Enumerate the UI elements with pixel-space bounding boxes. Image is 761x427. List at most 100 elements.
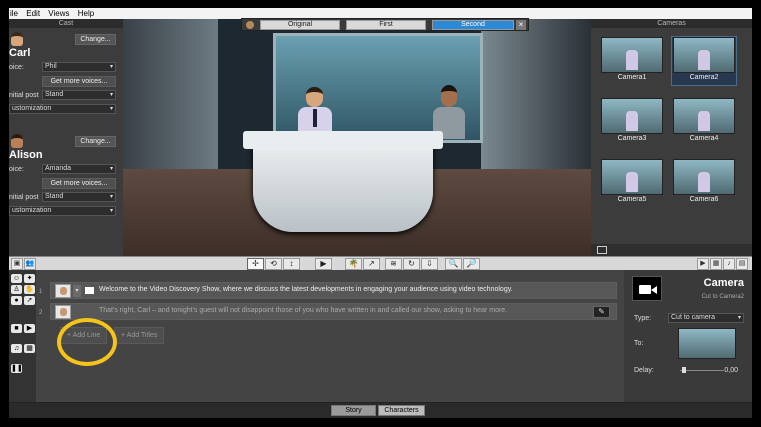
news-desk-top xyxy=(243,131,443,149)
camera-thumb-selected[interactable]: Camera2 xyxy=(671,36,737,86)
app-window: ile Edit Views Help Cast Carl Change... … xyxy=(9,8,752,418)
camera-icon[interactable]: ▶ xyxy=(697,258,709,270)
zoom-in-icon[interactable]: 🔍 xyxy=(445,258,462,270)
zoom-out-icon[interactable]: 🔎 xyxy=(463,258,480,270)
pause-icon[interactable]: ❚❚ xyxy=(11,364,23,373)
customization-select[interactable]: ustomization xyxy=(9,206,116,216)
camera-action-icon[interactable] xyxy=(85,287,94,294)
video-camera-icon xyxy=(632,276,662,301)
character-icon xyxy=(246,21,254,29)
properties-title: Camera xyxy=(703,277,744,289)
palm-icon[interactable]: 🌴 xyxy=(345,258,362,270)
line-text[interactable]: That's right, Carl – and tonight's guest… xyxy=(99,307,507,314)
delay-label: Delay: xyxy=(634,367,654,374)
camera-thumb[interactable]: Camera1 xyxy=(600,37,664,85)
delay-slider[interactable] xyxy=(680,370,724,371)
image-icon[interactable]: ▦ xyxy=(710,258,722,270)
camera-thumb[interactable]: Camera3 xyxy=(600,98,664,146)
camera-icon[interactable]: ■ xyxy=(11,324,22,333)
voice-select[interactable]: Phil xyxy=(42,62,116,72)
get-more-voices-button[interactable]: Get more voices... xyxy=(42,76,116,87)
menu-views[interactable]: Views xyxy=(48,8,69,19)
pose-label: nitial post xyxy=(9,92,39,99)
down-icon[interactable]: ⇩ xyxy=(421,258,438,270)
refresh-icon[interactable]: ↻ xyxy=(403,258,420,270)
properties-subtitle: Cut to Camera2 xyxy=(701,294,744,300)
story-line[interactable]: That's right, Carl – and tonight's guest… xyxy=(50,303,617,320)
character-name: Alison xyxy=(9,149,43,161)
scene-viewport[interactable] xyxy=(123,19,591,256)
wifi-icon[interactable]: ≋ xyxy=(385,258,402,270)
view-toggle-bar: Original First Second × xyxy=(241,18,529,31)
face-icon[interactable]: ☺ xyxy=(11,274,22,283)
alison-avatar[interactable] xyxy=(55,305,71,319)
voice-label: oice: xyxy=(9,166,24,173)
voice-row: oice: Phil xyxy=(9,62,123,73)
avatar xyxy=(11,32,23,46)
view-original-button[interactable]: Original xyxy=(260,20,340,30)
updown-icon[interactable]: ↕ xyxy=(283,258,300,270)
menu-file[interactable]: ile xyxy=(10,8,18,19)
line-text[interactable]: Welcome to the Video Discovery Show, whe… xyxy=(99,286,513,293)
cameras-footer xyxy=(591,244,752,256)
music-icon[interactable]: ♫ xyxy=(11,344,22,353)
run-icon[interactable]: ➚ xyxy=(24,296,35,305)
action-toolbar: ▣ 👥 ✢ ⟲ ↕ ▶ 🌴 ↗ ≋ ↻ ⇩ 🔍 🔎 ▶ ▦ ♪ ▤ xyxy=(9,256,752,270)
rotate-icon[interactable]: ⟲ xyxy=(265,258,282,270)
delay-slider-handle[interactable] xyxy=(682,367,686,373)
view-first-button[interactable]: First xyxy=(346,20,426,30)
view-second-button[interactable]: Second xyxy=(432,20,514,30)
target-camera-thumb[interactable] xyxy=(678,328,736,359)
camera-thumb[interactable]: Camera4 xyxy=(672,98,736,146)
delay-value: 0,00 xyxy=(724,367,738,374)
walk-icon[interactable]: ✦ xyxy=(24,274,35,283)
wave-icon[interactable]: ↗ xyxy=(363,258,380,270)
tab-story[interactable]: Story xyxy=(331,405,376,416)
camera-add-icon[interactable] xyxy=(597,246,607,254)
carl-avatar[interactable] xyxy=(55,284,71,298)
bottom-tab-bar: Story Characters xyxy=(9,402,752,418)
camera-thumb[interactable]: Camera5 xyxy=(600,159,664,207)
dropdown-arrow-icon[interactable]: ▾ xyxy=(73,285,81,297)
customization-select[interactable]: ustomization xyxy=(9,104,116,114)
close-icon[interactable]: × xyxy=(516,20,526,30)
pose-select[interactable]: Stand xyxy=(42,192,116,202)
add-titles-button[interactable]: + Add Titles xyxy=(114,327,165,344)
type-select[interactable]: Cut to camera xyxy=(668,313,744,323)
music-icon[interactable]: ♪ xyxy=(723,258,735,270)
action-side-strip: ☺ ✦ ♙ ✋ ● ➚ ■ ▶ ♫ ▦ ❚❚ xyxy=(9,270,36,404)
character-carl: Carl Change... oice: Phil Get more voice… xyxy=(9,28,123,130)
customization-row: ustomization xyxy=(9,104,123,115)
video-icon[interactable]: ▶ xyxy=(24,324,35,333)
person-icon[interactable]: ♙ xyxy=(11,285,22,294)
picture-icon[interactable]: ▦ xyxy=(24,344,35,353)
edit-pen-icon[interactable]: ✎ xyxy=(593,306,610,318)
character-alison: Alison Change... oice: Amanda Get more v… xyxy=(9,130,123,232)
story-line[interactable]: ▾ Welcome to the Video Discovery Show, w… xyxy=(50,282,617,299)
voice-label: oice: xyxy=(9,64,24,71)
tab-characters[interactable]: Characters xyxy=(378,405,425,416)
cast-panel: Cast Carl Change... oice: Phil Get more … xyxy=(9,19,123,256)
pose-select[interactable]: Stand xyxy=(42,90,116,100)
layout-icon[interactable]: ▣ xyxy=(11,258,23,270)
cast-header: Cast xyxy=(9,19,123,28)
menu-help[interactable]: Help xyxy=(78,8,94,19)
cameras-panel: Cameras Camera1 Camera2 Camera3 Camera4 … xyxy=(591,19,752,256)
head-icon[interactable]: ● xyxy=(11,296,22,305)
play-icon[interactable]: ▶ xyxy=(315,258,332,270)
avatar xyxy=(11,134,23,148)
pose-label: nitial post xyxy=(9,194,39,201)
people-icon[interactable]: 👥 xyxy=(24,258,36,270)
film-icon[interactable]: ▤ xyxy=(736,258,748,270)
change-character-button[interactable]: Change... xyxy=(75,34,116,45)
camera-thumb[interactable]: Camera6 xyxy=(672,159,736,207)
gesture-icon[interactable]: ✋ xyxy=(24,285,35,294)
menu-edit[interactable]: Edit xyxy=(26,8,40,19)
change-character-button[interactable]: Change... xyxy=(75,136,116,147)
pose-row: nitial post Stand xyxy=(9,90,123,101)
get-more-voices-button[interactable]: Get more voices... xyxy=(42,178,116,189)
type-label: Type: xyxy=(634,315,652,322)
line-number: 2 xyxy=(39,310,43,316)
voice-select[interactable]: Amanda xyxy=(42,164,116,174)
pointer-icon[interactable]: ✢ xyxy=(247,258,264,270)
